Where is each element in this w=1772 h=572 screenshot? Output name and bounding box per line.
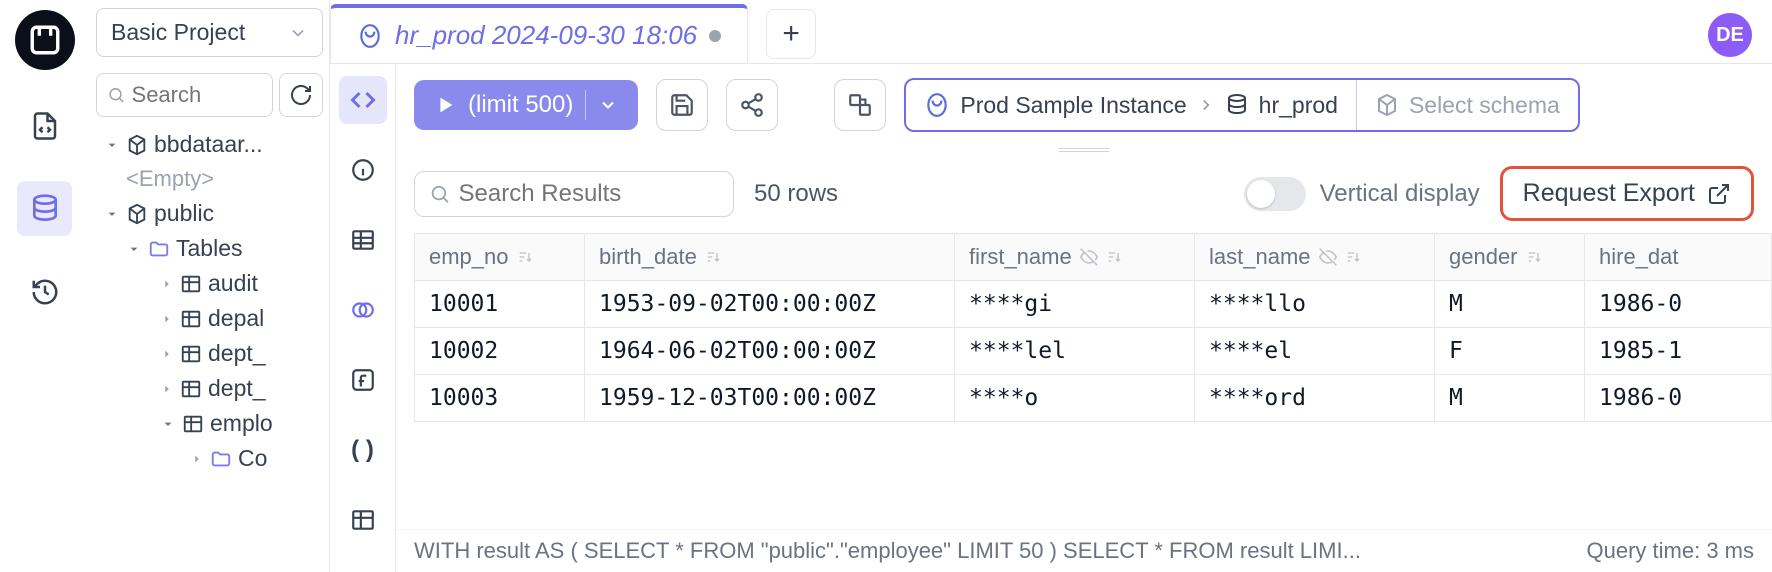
- tree-table-item[interactable]: depal: [96, 301, 323, 336]
- app-rail: [0, 0, 90, 572]
- database-icon: [1225, 93, 1249, 117]
- tab-active[interactable]: hr_prod 2024-09-30 18:06: [330, 4, 748, 63]
- sort-icon: [1345, 249, 1361, 265]
- branch-button[interactable]: [834, 79, 886, 131]
- column-header[interactable]: birth_date: [585, 234, 955, 281]
- table-icon: [182, 413, 204, 435]
- request-export-button[interactable]: Request Export: [1500, 166, 1754, 221]
- tree-table-item[interactable]: audit: [96, 266, 323, 301]
- schema-tree: bbdataar... <Empty> public Tables audit: [96, 127, 323, 476]
- table-row[interactable]: 100031959-12-03T00:00:00Z****o****ordM19…: [415, 375, 1772, 422]
- sidebar-search[interactable]: [96, 73, 273, 117]
- tree-schema-node[interactable]: public: [96, 196, 323, 231]
- results-search-input[interactable]: [459, 180, 719, 208]
- main-column: hr_prod 2024-09-30 18:06 + DE: [330, 0, 1772, 572]
- table-row[interactable]: 100011953-09-02T00:00:00Z****gi****lloM1…: [415, 281, 1772, 328]
- share-button[interactable]: [726, 79, 778, 131]
- status-query-time: Query time: 3 ms: [1587, 538, 1754, 564]
- tab-title: hr_prod 2024-09-30 18:06: [395, 20, 697, 51]
- rail-database-icon[interactable]: [17, 181, 72, 236]
- table-icon: [180, 343, 202, 365]
- run-button[interactable]: (limit 500): [414, 80, 638, 130]
- results-search[interactable]: [414, 171, 734, 217]
- project-selector-label: Basic Project: [111, 19, 245, 46]
- project-selector[interactable]: Basic Project: [96, 8, 323, 57]
- rail-code-icon[interactable]: [17, 98, 72, 153]
- sidebar: Basic Project bbdataar... <Empty>: [90, 0, 330, 572]
- export-button-label: Request Export: [1523, 179, 1695, 208]
- content-pane: (limit 500): [396, 64, 1772, 572]
- sort-icon: [705, 249, 721, 265]
- cube-icon: [1375, 93, 1399, 117]
- rail-code-view[interactable]: [339, 76, 387, 124]
- editor-tool-rail: ( ): [330, 64, 396, 572]
- folder-icon: [210, 448, 232, 470]
- cube-icon: [126, 203, 148, 225]
- tree-subfolder[interactable]: Co: [96, 441, 323, 476]
- run-button-label: (limit 500): [468, 91, 573, 119]
- table-icon: [180, 308, 202, 330]
- new-tab-button[interactable]: +: [766, 9, 816, 59]
- split-handle[interactable]: [396, 146, 1772, 154]
- postgres-icon: [924, 92, 950, 118]
- results-toolbar: 50 rows Vertical display Request Export: [396, 154, 1772, 233]
- tree-tables-folder[interactable]: Tables: [96, 231, 323, 266]
- tab-bar: hr_prod 2024-09-30 18:06 + DE: [330, 0, 1772, 64]
- breadcrumb-schema[interactable]: Select schema: [1357, 80, 1578, 130]
- sort-icon: [517, 249, 533, 265]
- unsaved-indicator-icon: [709, 30, 721, 42]
- table-row[interactable]: 100021964-06-02T00:00:00Z****lel****elF1…: [415, 328, 1772, 375]
- eye-off-icon: [1319, 248, 1337, 266]
- tree-empty-label: <Empty>: [96, 162, 323, 196]
- table-icon: [180, 273, 202, 295]
- tree-schema-node[interactable]: bbdataar...: [96, 127, 323, 162]
- tree-table-item[interactable]: dept_: [96, 336, 323, 371]
- column-header[interactable]: emp_no: [415, 234, 585, 281]
- tree-table-item[interactable]: dept_: [96, 371, 323, 406]
- rail-history-icon[interactable]: [17, 264, 72, 319]
- status-sql: WITH result AS ( SELECT * FROM "public".…: [414, 538, 1361, 564]
- rail-join-icon[interactable]: [339, 286, 387, 334]
- breadcrumb-instance[interactable]: Prod Sample Instance hr_prod: [906, 80, 1357, 130]
- rail-parentheses-icon[interactable]: ( ): [339, 426, 387, 474]
- eye-off-icon: [1080, 248, 1098, 266]
- table-header-row: emp_no birth_date first_name last_name g…: [415, 234, 1772, 281]
- chevron-down-icon: [598, 95, 618, 115]
- chevron-down-icon: [288, 23, 308, 43]
- vertical-display-toggle[interactable]: [1244, 177, 1306, 211]
- chevron-right-icon: [1197, 96, 1215, 114]
- rail-info-icon[interactable]: [339, 146, 387, 194]
- results-table: emp_no birth_date first_name last_name g…: [396, 233, 1772, 529]
- cube-icon: [126, 134, 148, 156]
- table-icon: [180, 378, 202, 400]
- folder-icon: [148, 238, 170, 260]
- rail-grid-icon[interactable]: [339, 216, 387, 264]
- search-icon: [429, 182, 451, 206]
- row-count-label: 50 rows: [754, 180, 838, 208]
- column-header[interactable]: hire_dat: [1585, 234, 1772, 281]
- app-logo[interactable]: [15, 10, 75, 70]
- status-bar: WITH result AS ( SELECT * FROM "public".…: [396, 529, 1772, 572]
- column-header[interactable]: first_name: [955, 234, 1195, 281]
- query-toolbar: (limit 500): [396, 64, 1772, 146]
- postgres-icon: [357, 23, 383, 49]
- search-icon: [107, 84, 126, 106]
- save-button[interactable]: [656, 79, 708, 131]
- avatar[interactable]: DE: [1708, 13, 1752, 57]
- rail-table-icon[interactable]: [339, 496, 387, 544]
- column-header[interactable]: last_name: [1195, 234, 1435, 281]
- tree-table-item[interactable]: emplo: [96, 406, 323, 441]
- sort-icon: [1106, 249, 1122, 265]
- external-link-icon: [1707, 182, 1731, 206]
- sort-icon: [1526, 249, 1542, 265]
- sidebar-search-input[interactable]: [132, 82, 262, 108]
- breadcrumb: Prod Sample Instance hr_prod Select sche…: [904, 78, 1579, 132]
- refresh-button[interactable]: [279, 73, 323, 117]
- column-header[interactable]: gender: [1435, 234, 1585, 281]
- rail-function-icon[interactable]: [339, 356, 387, 404]
- vertical-display-label: Vertical display: [1320, 180, 1480, 208]
- play-icon: [434, 94, 456, 116]
